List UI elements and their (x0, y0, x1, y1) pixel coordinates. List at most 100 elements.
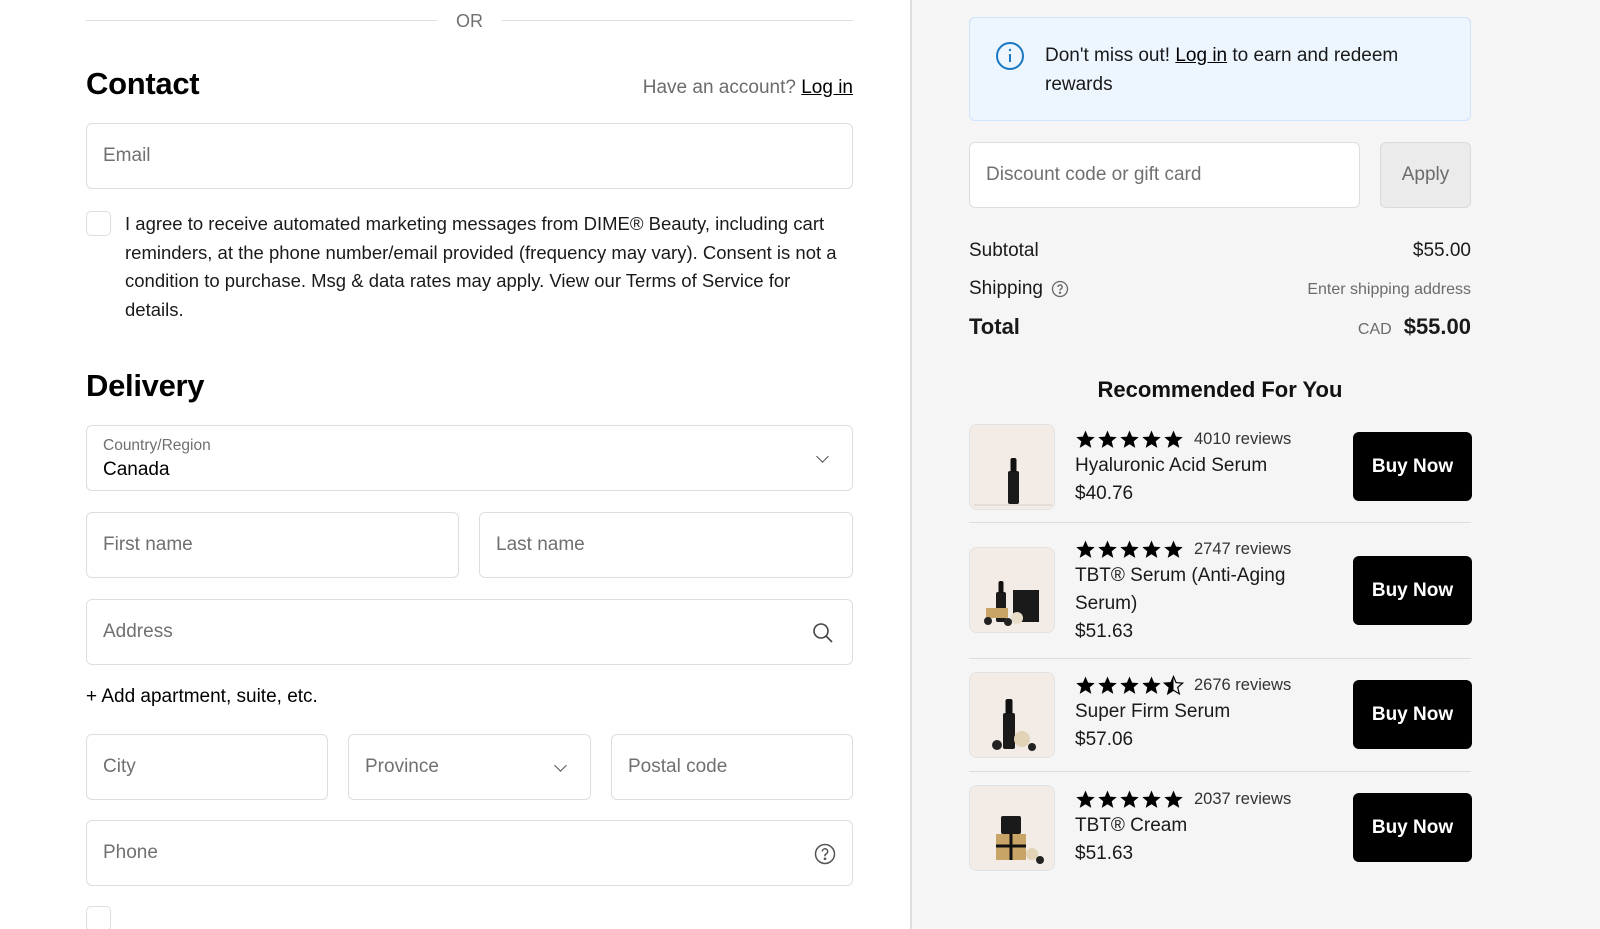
product-name[interactable]: TBT® Serum (Anti-Aging Serum) (1075, 562, 1305, 618)
product-separator (969, 522, 1471, 523)
product-info: 2676 reviews Super Firm Serum $57.06 (1075, 672, 1305, 754)
postal-code-placeholder: Postal code (628, 756, 728, 777)
add-apartment-link[interactable]: + Add apartment, suite, etc. (86, 686, 318, 708)
last-name-field[interactable]: Last name (479, 512, 853, 578)
info-icon (996, 42, 1024, 70)
product-info: 2037 reviews TBT® Cream $51.63 (1075, 786, 1305, 868)
product-price: $40.76 (1075, 483, 1134, 504)
product-info: 2747 reviews TBT® Serum (Anti-Aging Seru… (1075, 536, 1305, 646)
product-image (969, 785, 1055, 871)
product-name[interactable]: Hyaluronic Acid Serum (1075, 452, 1305, 480)
star-filled-icon (1164, 430, 1183, 448)
rating: 2747 reviews (1075, 536, 1305, 562)
address-field[interactable]: Address (86, 599, 853, 665)
discount-placeholder: Discount code or gift card (986, 164, 1202, 185)
star-filled-icon (1120, 676, 1139, 694)
product-info: 4010 reviews Hyaluronic Acid Serum $40.7… (1075, 426, 1305, 508)
product-name[interactable]: TBT® Cream (1075, 812, 1305, 840)
recommended-title: Recommended For You (1097, 377, 1343, 402)
star-filled-icon (1076, 676, 1095, 694)
or-label: OR (456, 11, 483, 31)
first-name-placeholder: First name (103, 534, 193, 555)
star-rating (1075, 674, 1184, 696)
review-count: 4010 reviews (1194, 429, 1292, 448)
serum-bottle-icon (974, 458, 1052, 506)
login-link[interactable]: Log in (801, 77, 853, 98)
product-separator (969, 658, 1471, 659)
star-filled-icon (1098, 540, 1117, 558)
consent-text: I agree to receive automated marketing m… (125, 213, 837, 320)
rating: 4010 reviews (1075, 426, 1305, 452)
email-field[interactable]: Email (86, 123, 853, 189)
total-label: Total (969, 314, 1020, 339)
review-count: 2037 reviews (1194, 789, 1292, 808)
subtotal-value: $55.00 (1412, 240, 1471, 261)
total-currency: CAD (1357, 321, 1392, 338)
divider-line (502, 20, 853, 21)
rating: 2676 reviews (1075, 672, 1305, 698)
country-select[interactable]: Country/Region Canada (86, 425, 853, 491)
chevron-down-icon (554, 759, 567, 772)
help-icon[interactable] (814, 843, 836, 865)
banner-prefix: Don't miss out! (1045, 45, 1176, 66)
buy-now-button[interactable]: Buy Now (1353, 793, 1472, 862)
discount-code-field[interactable]: Discount code or gift card (969, 142, 1360, 208)
order-summary: Don't miss out! Log in to earn and redee… (912, 0, 1600, 929)
product-price: $51.63 (1075, 843, 1134, 864)
total-value: $55.00 (1403, 314, 1471, 339)
buy-now-button[interactable]: Buy Now (1353, 680, 1472, 749)
rating: 2037 reviews (1075, 786, 1305, 812)
city-placeholder: City (103, 756, 136, 777)
star-filled-icon (1120, 540, 1139, 558)
star-filled-icon (1142, 676, 1161, 694)
marketing-consent-checkbox[interactable] (86, 211, 111, 236)
delivery-title: Delivery (86, 368, 205, 403)
buy-now-button[interactable]: Buy Now (1353, 556, 1472, 625)
star-filled-icon (1142, 430, 1161, 448)
serum-bottle-icon (992, 699, 1036, 751)
subtotal-row: Subtotal $55.00 (969, 240, 1471, 262)
star-filled-icon (1120, 430, 1139, 448)
chevron-down-icon (816, 450, 829, 463)
city-field[interactable]: City (86, 734, 328, 800)
review-count: 2747 reviews (1194, 539, 1292, 558)
banner-login-link[interactable]: Log in (1175, 45, 1227, 66)
total-row: Total CAD $55.00 (969, 314, 1471, 340)
help-icon[interactable] (1051, 280, 1069, 298)
star-filled-icon (1164, 790, 1183, 808)
shipping-label: Shipping (969, 278, 1043, 299)
country-label: Country/Region (103, 437, 211, 454)
product-name[interactable]: Super Firm Serum (1075, 698, 1305, 726)
first-name-field[interactable]: First name (86, 512, 459, 578)
province-placeholder: Province (365, 756, 439, 777)
product-image (969, 547, 1055, 633)
product-price: $57.06 (1075, 729, 1134, 750)
last-name-placeholder: Last name (496, 534, 585, 555)
star-filled-icon (1098, 676, 1117, 694)
province-select[interactable]: Province (348, 734, 591, 800)
email-input[interactable] (87, 124, 852, 188)
star-filled-icon (1076, 790, 1095, 808)
apply-button[interactable]: Apply (1380, 142, 1471, 208)
star-filled-icon (1164, 540, 1183, 558)
phone-field[interactable]: Phone (86, 820, 853, 886)
checkbox[interactable] (86, 906, 111, 929)
serum-gift-set-icon (984, 581, 1039, 626)
product-separator (969, 771, 1471, 772)
postal-code-field[interactable]: Postal code (611, 734, 853, 800)
address-placeholder: Address (103, 621, 173, 642)
total-value-wrap: CAD $55.00 (1358, 314, 1471, 340)
product-price: $51.63 (1075, 621, 1134, 642)
buy-now-button[interactable]: Buy Now (1353, 432, 1472, 501)
subtotal-label: Subtotal (969, 240, 1039, 261)
product-image (969, 424, 1055, 510)
banner-text: Don't miss out! Log in to earn and redee… (1045, 42, 1445, 99)
have-account-text: Have an account? (642, 77, 796, 98)
star-rating (1075, 789, 1184, 810)
divider-line (86, 20, 437, 21)
search-icon (813, 623, 833, 643)
star-filled-icon (1076, 540, 1095, 558)
star-filled-icon (1076, 430, 1095, 448)
star-filled-icon (1142, 540, 1161, 558)
shipping-label-wrap: Shipping (969, 278, 1069, 300)
